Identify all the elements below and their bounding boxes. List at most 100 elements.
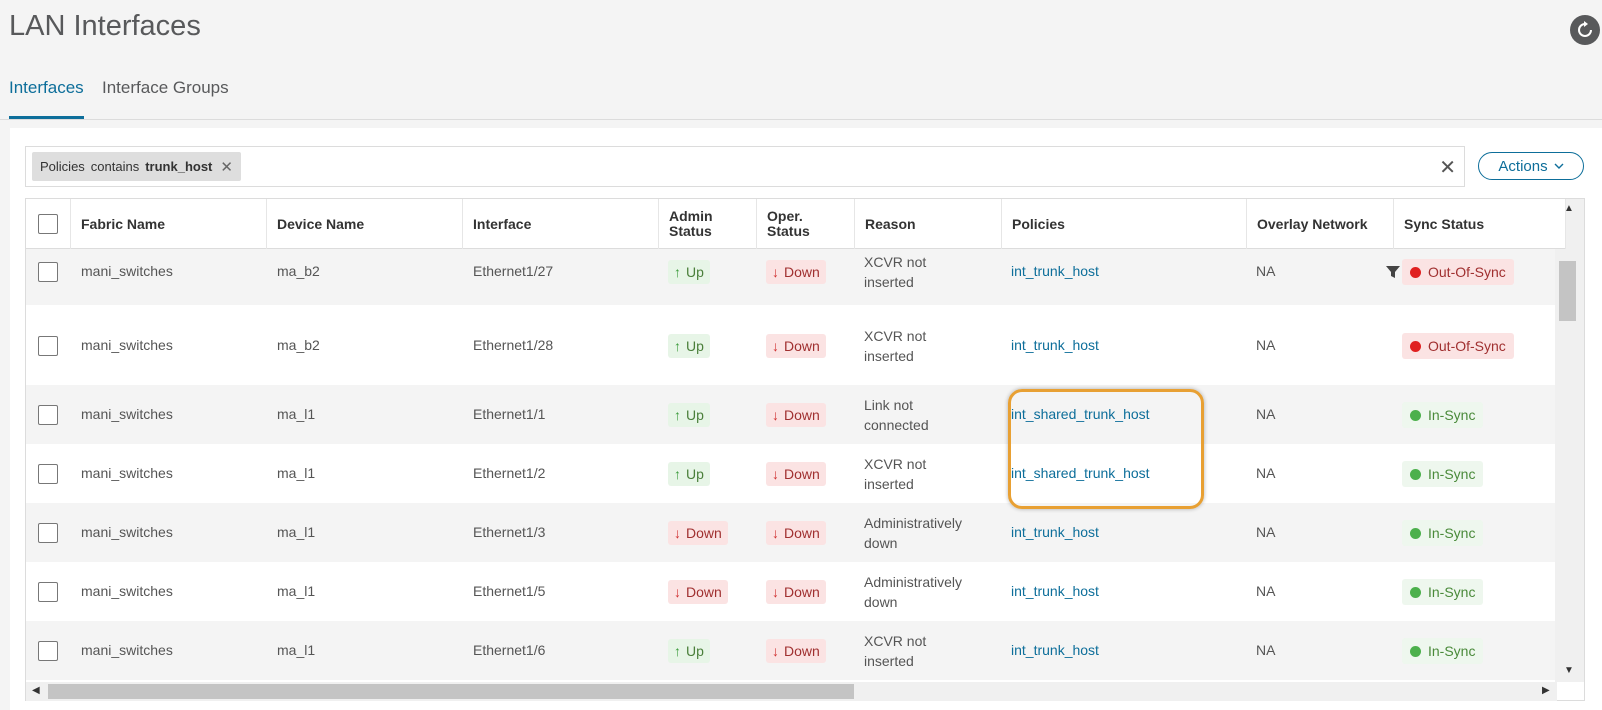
table-row[interactable]: mani_switches ma_l1 Ethernet1/1 ↑ Up ↓ Down Lin… [26, 385, 1566, 444]
sync-status-text: In-Sync [1428, 407, 1476, 423]
row-checkbox[interactable] [38, 582, 58, 602]
header-fabric-name[interactable]: Fabric Name [71, 199, 267, 249]
cell-fabric-name: mani_switches [81, 337, 173, 353]
admin-status-text: Up [686, 338, 704, 354]
cell-fabric-name: mani_switches [81, 642, 173, 658]
scroll-down-icon[interactable]: ▼ [1564, 665, 1574, 676]
funnel-icon[interactable] [1385, 264, 1401, 280]
horizontal-scrollbar[interactable]: ◀ ▶ [26, 682, 1557, 701]
oper-status-text: Down [784, 525, 820, 541]
cell-reason: Administratively down [864, 572, 962, 612]
page-title: LAN Interfaces [9, 10, 201, 42]
cell-device-name: ma_l1 [277, 465, 316, 481]
cell-fabric-name: mani_switches [81, 583, 173, 599]
policy-link[interactable]: int_trunk_host [1011, 642, 1099, 658]
arrow-down-icon: ↓ [772, 407, 779, 423]
row-checkbox[interactable] [38, 405, 58, 425]
policy-link[interactable]: int_shared_trunk_host [1011, 465, 1150, 481]
header-admin-line1: Admin [669, 208, 713, 224]
cell-reason: XCVR not inserted [864, 252, 926, 292]
policy-link[interactable]: int_shared_trunk_host [1011, 406, 1150, 422]
row-checkbox[interactable] [38, 523, 58, 543]
header-admin-status[interactable]: Admin Status [659, 199, 757, 249]
oper-status-text: Down [784, 643, 820, 659]
table-row[interactable]: mani_switches ma_l1 Ethernet1/5 ↓ Down ↓ Down A… [26, 562, 1566, 621]
row-checkbox[interactable] [38, 262, 58, 282]
sync-status-badge: Out-Of-Sync [1402, 259, 1514, 285]
clear-filter-icon[interactable]: ✕ [1439, 155, 1456, 180]
header-select-cell [26, 199, 71, 249]
arrow-up-icon: ↑ [674, 643, 681, 659]
policy-link[interactable]: int_trunk_host [1011, 263, 1099, 279]
status-dot-icon [1410, 340, 1421, 352]
sync-status-text: Out-Of-Sync [1428, 338, 1506, 354]
cell-reason: XCVR not inserted [864, 631, 926, 671]
header-interface[interactable]: Interface [463, 199, 659, 249]
row-checkbox[interactable] [38, 641, 58, 661]
reason-line2: inserted [864, 476, 914, 492]
table-row[interactable]: mani_switches ma_l1 Ethernet1/6 ↑ Up ↓ Down XCV… [26, 621, 1566, 680]
arrow-down-icon: ↓ [772, 525, 779, 541]
arrow-up-icon: ↑ [674, 338, 681, 354]
vertical-scrollbar[interactable]: ▲ ▼ [1555, 199, 1584, 682]
cell-interface: Ethernet1/28 [473, 337, 554, 353]
cell-reason: Administratively down [864, 513, 962, 553]
vertical-scroll-thumb[interactable] [1559, 261, 1576, 321]
row-checkbox[interactable] [38, 336, 58, 356]
policy-link[interactable]: int_trunk_host [1011, 337, 1099, 353]
table-row[interactable]: mani_switches ma_l1 Ethernet1/2 ↑ Up ↓ Down XCV… [26, 444, 1566, 503]
reason-line1: XCVR not [864, 254, 927, 270]
sync-status-text: In-Sync [1428, 584, 1476, 600]
cell-overlay-network: NA [1256, 406, 1276, 422]
reason-line2: inserted [864, 274, 914, 290]
header-device-name[interactable]: Device Name [267, 199, 463, 249]
admin-status-badge: ↑ Up [668, 639, 710, 663]
chip-close-icon[interactable]: ✕ [220, 158, 233, 176]
arrow-up-icon: ↑ [674, 407, 681, 423]
arrow-down-icon: ↓ [772, 338, 779, 354]
select-all-checkbox[interactable] [38, 214, 58, 234]
tab-interfaces[interactable]: Interfaces [9, 78, 84, 119]
header-reason[interactable]: Reason [855, 199, 1002, 249]
cell-overlay-network: NA [1256, 524, 1276, 540]
oper-status-badge: ↓ Down [766, 260, 826, 284]
cell-device-name: ma_l1 [277, 642, 316, 658]
oper-status-badge: ↓ Down [766, 639, 826, 663]
policy-link[interactable]: int_trunk_host [1011, 583, 1099, 599]
admin-status-text: Up [686, 643, 704, 659]
scroll-left-icon[interactable]: ◀ [32, 685, 40, 696]
admin-status-text: Up [686, 264, 704, 280]
cell-fabric-name: mani_switches [81, 406, 173, 422]
header-overlay-network[interactable]: Overlay Network [1247, 199, 1394, 249]
horizontal-scroll-thumb[interactable] [48, 684, 854, 699]
policy-link[interactable]: int_trunk_host [1011, 524, 1099, 540]
admin-status-badge: ↓ Down [668, 521, 728, 545]
refresh-button[interactable] [1570, 15, 1600, 45]
oper-status-text: Down [784, 466, 820, 482]
arrow-down-icon: ↓ [674, 584, 681, 600]
oper-status-text: Down [784, 584, 820, 600]
sync-status-text: Out-Of-Sync [1428, 264, 1506, 280]
arrow-down-icon: ↓ [772, 643, 779, 659]
filter-chip[interactable]: Policies contains trunk_host ✕ [32, 152, 241, 181]
row-checkbox[interactable] [38, 464, 58, 484]
table-row[interactable]: mani_switches ma_b2 Ethernet1/28 ↑ Up ↓ Down XC… [26, 307, 1566, 385]
filter-value: trunk_host [145, 159, 213, 174]
cell-interface: Ethernet1/27 [473, 263, 554, 279]
table-row[interactable]: mani_switches ma_l1 Ethernet1/3 ↓ Down ↓ Down A… [26, 503, 1566, 562]
actions-button[interactable]: Actions [1478, 152, 1584, 180]
status-dot-icon [1410, 586, 1421, 598]
header-sync-status[interactable]: Sync Status [1394, 199, 1566, 249]
reason-line1: Link not [864, 397, 914, 413]
header-oper-status[interactable]: Oper. Status [757, 199, 855, 249]
admin-status-text: Up [686, 466, 704, 482]
tab-interface-groups[interactable]: Interface Groups [102, 78, 229, 116]
header-policies[interactable]: Policies [1002, 199, 1247, 249]
header-oper-line2: Status [767, 223, 810, 239]
oper-status-text: Down [784, 264, 820, 280]
reason-line2: down [864, 535, 898, 551]
filter-bar[interactable]: Policies contains trunk_host ✕ ✕ [25, 146, 1465, 187]
scroll-right-icon[interactable]: ▶ [1542, 685, 1550, 696]
cell-device-name: ma_b2 [277, 263, 320, 279]
table-header: Fabric Name Device Name Interface Admin S… [26, 199, 1566, 249]
